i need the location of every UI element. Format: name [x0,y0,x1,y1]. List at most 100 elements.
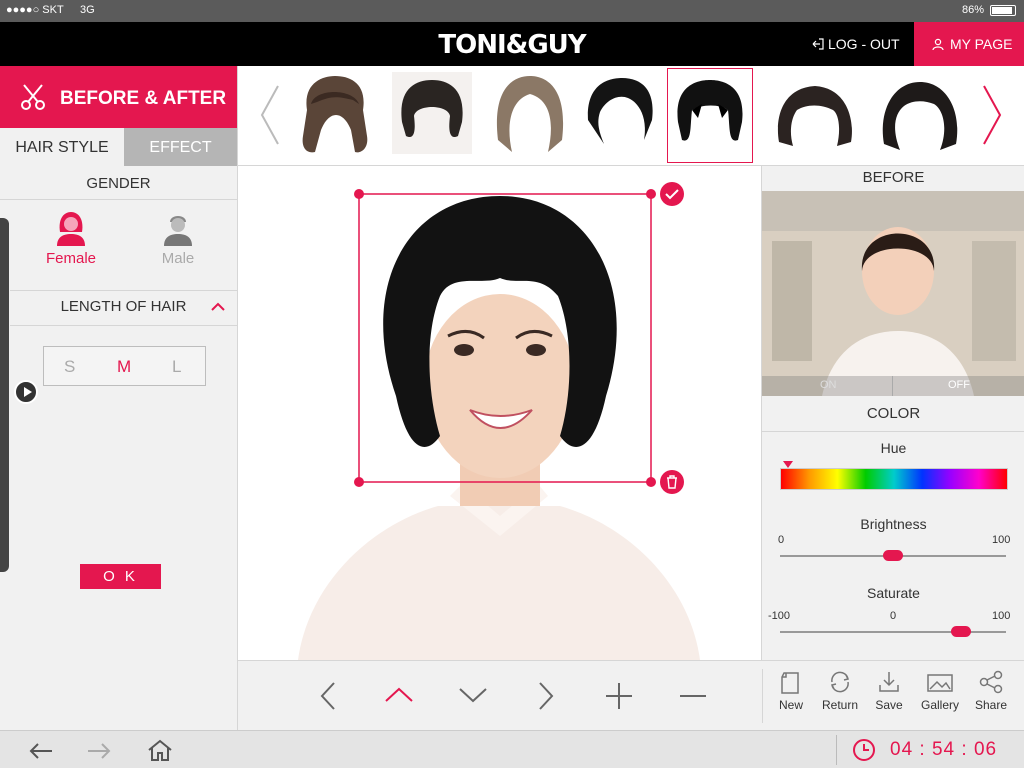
gallery-button[interactable]: Gallery [914,669,966,712]
tools-divider [762,669,763,723]
length-l-option[interactable]: L [172,357,181,377]
before-after-header: BEFORE & AFTER [0,66,237,128]
chevron-right-icon[interactable] [980,84,1004,146]
home-icon[interactable] [146,738,174,762]
drawer-handle[interactable] [0,218,9,572]
female-label: Female [45,250,97,267]
length-m-option[interactable]: M [117,357,131,377]
logout-label: LOG - OUT [828,36,900,52]
save-label: Save [875,698,903,712]
toggle-on-label[interactable]: ON [820,379,837,391]
gender-heading: GENDER [0,166,237,200]
length-selector: S M L [43,346,206,386]
logout-icon [812,38,824,50]
user-icon [932,38,944,51]
battery-icon [990,5,1016,16]
new-file-icon [781,672,799,694]
saturate-min: -100 [768,610,791,622]
saturate-mid: 0 [890,610,897,622]
brightness-label: Brightness [860,516,927,532]
brightness-max: 100 [992,534,1011,546]
right-panel: BEFORE ON OFF COLOR Hue Brightness 0 100… [761,166,1024,660]
tab-hair-style[interactable]: HAIR STYLE [0,128,124,166]
move-right-icon[interactable] [536,681,556,711]
hairstyle-thumb[interactable] [773,70,857,160]
model-preview-image [298,189,700,660]
mypage-label: MY PAGE [950,36,1013,52]
gender-male-option[interactable]: Male [143,210,213,267]
download-icon [879,672,899,692]
length-s-option[interactable]: S [64,357,75,377]
timer-display: 04 : 54 : 06 [890,739,998,760]
female-icon [57,212,85,246]
save-button[interactable]: Save [863,669,915,712]
hue-slider[interactable] [780,461,1008,490]
logout-button[interactable]: LOG - OUT [812,36,900,52]
back-arrow-icon[interactable] [28,741,54,761]
move-down-icon[interactable] [458,685,488,705]
mypage-button[interactable]: MY PAGE [914,22,1024,66]
status-bar: ●●●●○ SKT 3G 86% [0,0,1024,22]
new-button[interactable]: New [765,669,817,712]
hairstyle-thumb[interactable] [488,70,572,160]
zoom-out-icon[interactable] [678,681,708,711]
hairstyle-thumb[interactable] [578,70,662,160]
battery-percent: 86% [961,4,984,16]
return-button[interactable]: Return [814,669,866,712]
brightness-slider[interactable] [780,550,1006,561]
move-up-icon[interactable] [384,685,414,705]
move-left-icon[interactable] [318,681,338,711]
male-icon [164,216,192,246]
hairstyle-thumb[interactable] [668,70,752,160]
toggle-off-label[interactable]: OFF [948,379,970,391]
zoom-in-icon[interactable] [604,681,634,711]
hairstyle-thumb[interactable] [390,70,474,160]
chevron-left-icon[interactable] [258,84,282,146]
before-toggle[interactable]: ON OFF [762,376,1024,396]
timer-divider [836,735,837,765]
return-label: Return [821,698,859,712]
tab-effect[interactable]: EFFECT [124,128,237,166]
gallery-icon [927,674,953,692]
before-after-title: BEFORE & AFTER [60,88,227,109]
tools-bar: New Return Save Gallery Share [238,660,1024,730]
saturate-slider[interactable] [780,626,1006,637]
male-label: Male [161,250,195,267]
color-heading-bar: COLOR [762,396,1024,432]
hue-marker[interactable] [782,461,793,468]
clock-icon [853,739,875,761]
length-heading[interactable]: LENGTH OF HAIR [10,290,237,326]
saturate-label: Saturate [867,585,920,601]
before-photo [762,191,1024,396]
network-label: 3G [80,4,95,16]
color-heading: COLOR [866,405,921,422]
toggle-divider [892,376,893,396]
gender-female-option[interactable]: Female [36,210,106,267]
hue-label: Hue [880,440,907,456]
editing-canvas [238,166,761,660]
gallery-label: Gallery [920,698,959,712]
return-icon [830,671,850,693]
trash-icon[interactable] [660,470,684,494]
bottom-bar: 04 : 54 : 06 [0,730,1024,768]
before-heading: BEFORE [862,169,925,186]
hairstyle-thumb[interactable] [878,70,962,160]
brightness-min: 0 [778,534,785,546]
share-label: Share [974,698,1008,712]
length-label: LENGTH OF HAIR [60,298,187,315]
carrier-label: ●●●●○ SKT [6,4,64,16]
sidebar-tabs: HAIR STYLE EFFECT [0,128,237,166]
ok-button[interactable]: O K [80,564,161,589]
share-icon [979,670,1003,694]
new-label: New [778,698,803,712]
saturate-thumb[interactable] [950,626,971,637]
share-button[interactable]: Share [965,669,1017,712]
brightness-thumb[interactable] [883,550,903,561]
hairstyle-thumb[interactable] [293,70,377,160]
saturate-max: 100 [992,610,1011,622]
check-icon[interactable] [660,182,684,206]
chevron-up-icon[interactable] [211,302,225,312]
scissors-icon [21,84,45,110]
forward-arrow-icon[interactable] [86,741,112,761]
play-icon[interactable] [14,380,38,404]
